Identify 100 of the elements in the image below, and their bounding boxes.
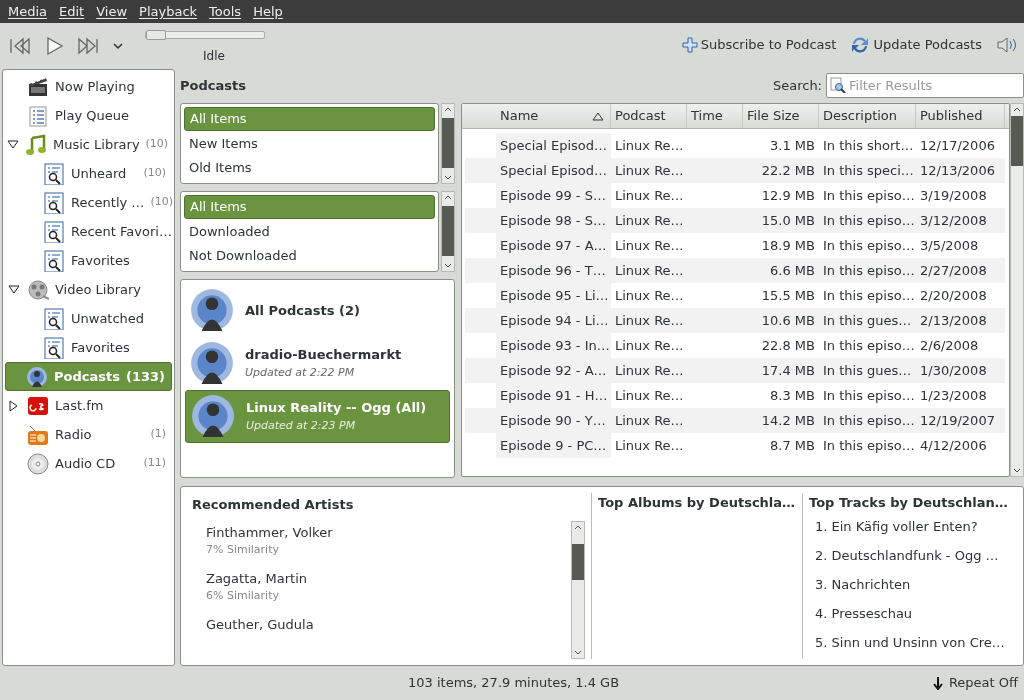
scroll-down-icon[interactable] bbox=[574, 650, 582, 656]
sidebar-item[interactable]: Last.fm bbox=[5, 391, 172, 420]
scrollbar[interactable] bbox=[1010, 102, 1024, 477]
table-cell-text: In this episo… bbox=[822, 186, 916, 205]
playlist-search-icon bbox=[43, 249, 65, 272]
table-cell-text: 3/12/2008 bbox=[919, 211, 988, 230]
scrollbar-thumb[interactable] bbox=[1011, 115, 1023, 166]
table-cell: Episode 95 - Li… bbox=[496, 282, 611, 308]
scrollbar-thumb[interactable] bbox=[572, 543, 584, 580]
table-cell-text: Linux Re… bbox=[614, 211, 685, 230]
track-link[interactable]: 5. Sinn und Unsinn von Cre… bbox=[809, 628, 1017, 658]
scroll-up-icon[interactable] bbox=[574, 523, 582, 530]
sidebar-item[interactable]: Radio (1) bbox=[5, 420, 172, 449]
track-link[interactable]: 2. Deutschlandfunk - Ogg … bbox=[809, 541, 1017, 571]
menu-item[interactable]: Media bbox=[2, 1, 54, 22]
sidebar-item[interactable]: Audio CD (11) bbox=[5, 449, 172, 478]
scrollbar[interactable] bbox=[441, 190, 455, 272]
track-link[interactable]: 3. Nachrichten bbox=[809, 570, 1017, 600]
table-cell-text: In this episo… bbox=[822, 236, 916, 255]
expander-icon[interactable] bbox=[8, 284, 20, 295]
sidebar-item[interactable]: Play Queue bbox=[5, 101, 172, 130]
filter-item[interactable]: Downloaded bbox=[184, 219, 435, 244]
item-count: (10) bbox=[143, 165, 166, 182]
volume-button[interactable] bbox=[996, 36, 1018, 54]
table-cell-text: Linux Re… bbox=[614, 136, 685, 155]
artist-name[interactable]: Finthammer, Volker bbox=[206, 522, 571, 542]
scrollbar[interactable] bbox=[571, 520, 585, 659]
sidebar-item[interactable]: Recently … (10) bbox=[5, 188, 172, 217]
column-header[interactable]: Description bbox=[819, 103, 916, 128]
next-button[interactable] bbox=[76, 35, 100, 57]
column-header[interactable]: Name bbox=[496, 103, 611, 128]
table-cell-text: Linux Re… bbox=[614, 411, 685, 430]
table-cell-text: Linux Re… bbox=[614, 361, 685, 380]
menu-item[interactable]: View bbox=[90, 1, 134, 22]
similarity-text: 7% Similarity bbox=[206, 542, 280, 558]
menu-item[interactable]: Tools bbox=[203, 1, 248, 22]
expander-icon[interactable] bbox=[9, 399, 19, 412]
artist-name[interactable]: Zagatta, Martin bbox=[206, 568, 571, 589]
seek-slider[interactable] bbox=[145, 31, 265, 39]
update-button[interactable]: Update Podcasts bbox=[850, 35, 982, 55]
previous-button[interactable] bbox=[8, 35, 32, 57]
table-cell-text: 2/13/2008 bbox=[919, 311, 988, 330]
sidebar-item[interactable]: Unheard (10) bbox=[5, 159, 172, 188]
sidebar-item[interactable]: Favorites bbox=[5, 246, 172, 275]
item-count: (10) bbox=[145, 136, 169, 153]
scroll-up-icon[interactable] bbox=[444, 193, 452, 200]
scrollbar-thumb[interactable] bbox=[442, 117, 454, 168]
artist-name[interactable]: Geuther, Gudula bbox=[206, 614, 571, 635]
search-field[interactable]: Filter Results bbox=[826, 73, 1024, 99]
slider-thumb[interactable] bbox=[146, 30, 166, 40]
sidebar-item[interactable]: Now Playing bbox=[5, 72, 172, 101]
table-cell-text: 15.0 MB bbox=[760, 211, 816, 230]
track-link[interactable]: 1. Ein Käfig voller Enten? bbox=[809, 512, 1017, 542]
column-header[interactable]: Podcast bbox=[611, 103, 687, 128]
sidebar-item[interactable]: Favorites bbox=[5, 333, 172, 362]
table-cell: Episode 97 - A… bbox=[496, 232, 611, 258]
scroll-down-icon[interactable] bbox=[444, 174, 452, 181]
filter-item[interactable]: New Items bbox=[184, 131, 435, 156]
column-header[interactable]: File Size bbox=[743, 103, 819, 128]
scroll-down-icon[interactable] bbox=[444, 262, 452, 269]
caret-icon bbox=[112, 42, 124, 50]
menu-item[interactable]: Help bbox=[247, 1, 289, 22]
scroll-down-icon[interactable] bbox=[1013, 467, 1021, 474]
table-cell-text: Linux Re… bbox=[614, 186, 685, 205]
table-cell-text: Linux Re… bbox=[614, 236, 685, 255]
podcast-item[interactable]: dradio-Buechermarkt Updated at 2:22 PM bbox=[185, 336, 450, 390]
sidebar-item[interactable]: Video Library bbox=[5, 275, 172, 304]
filter-item[interactable]: Old Items bbox=[184, 155, 435, 180]
table-cell-text: 1/30/2008 bbox=[919, 361, 988, 380]
scroll-up-icon[interactable] bbox=[1013, 105, 1021, 112]
column-header[interactable]: Published bbox=[916, 103, 1005, 128]
podcast-item[interactable]: All Podcasts (2) bbox=[185, 283, 450, 337]
track-link[interactable]: 4. Presseschau bbox=[809, 599, 1017, 629]
filter-item[interactable]: Not Downloaded bbox=[184, 243, 435, 268]
sidebar-item[interactable]: Unwatched bbox=[5, 304, 172, 333]
scrollbar-thumb[interactable] bbox=[442, 205, 454, 256]
sidebar-item[interactable]: Podcasts (133) bbox=[5, 362, 172, 391]
repeat-button[interactable]: Repeat Off bbox=[932, 673, 1018, 693]
item-count: (1) bbox=[150, 426, 166, 443]
scrollbar[interactable] bbox=[441, 102, 455, 184]
podcast-item[interactable]: Linux Reality -- Ogg (All) Updated at 2:23 PM bbox=[185, 389, 450, 443]
table-cell-text: 22.2 MB bbox=[760, 161, 816, 180]
filter-item[interactable]: All Items bbox=[184, 194, 435, 220]
refresh-icon bbox=[850, 35, 871, 55]
podcast-title: Linux Reality -- Ogg (All) bbox=[246, 399, 427, 418]
table-cell-text: In this speci… bbox=[822, 161, 915, 180]
column-header[interactable]: Time bbox=[687, 103, 743, 128]
table-cell-text: 14.2 MB bbox=[760, 411, 816, 430]
filter-item[interactable]: All Items bbox=[184, 106, 435, 132]
table-cell-text: 3/19/2008 bbox=[919, 186, 988, 205]
plus-icon bbox=[681, 37, 698, 53]
menu-item[interactable]: Playback bbox=[133, 1, 204, 22]
table-cell-text: 2/27/2008 bbox=[919, 261, 988, 280]
subscribe-button[interactable]: Subscribe to Podcast bbox=[681, 35, 837, 55]
menu-item[interactable]: Edit bbox=[53, 1, 91, 22]
scroll-up-icon[interactable] bbox=[444, 105, 452, 112]
table-cell-text: 12/19/2007 bbox=[919, 411, 996, 430]
sidebar-item[interactable]: Music Library (10) bbox=[5, 130, 172, 159]
expander-icon[interactable] bbox=[7, 139, 19, 150]
sidebar-item[interactable]: Recent Favori… bbox=[5, 217, 172, 246]
